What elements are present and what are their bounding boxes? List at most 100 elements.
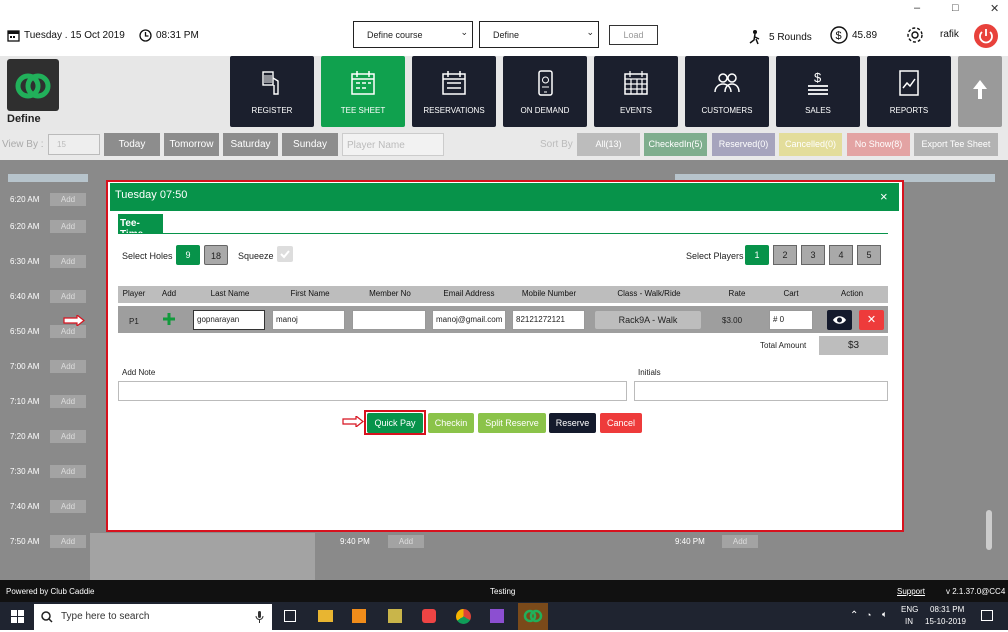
club-caddie-taskbar-icon[interactable] — [518, 603, 548, 630]
nav-label: CUSTOMERS — [701, 106, 753, 115]
column-header: Mobile Number — [521, 289, 577, 298]
initials-label: Initials — [638, 368, 661, 377]
add-slot-button[interactable]: Add — [50, 325, 86, 338]
visual-studio-icon[interactable] — [490, 609, 504, 623]
add-slot-button[interactable]: Add — [50, 430, 86, 443]
checkin-button[interactable]: Checkin — [428, 413, 474, 433]
minimize-button[interactable]: – — [914, 2, 920, 14]
maximize-button[interactable]: □ — [952, 2, 959, 14]
add-player-icon[interactable] — [162, 312, 176, 328]
initials-input[interactable] — [634, 381, 888, 401]
check-icon — [280, 250, 290, 259]
holes-18-button[interactable]: 18 — [204, 245, 228, 265]
task-view-icon[interactable] — [284, 610, 296, 622]
gear-icon[interactable] — [906, 26, 924, 46]
nav-register[interactable]: REGISTER — [230, 56, 314, 127]
sunday-button[interactable]: Sunday — [282, 133, 338, 156]
cart-input[interactable]: # 0 — [769, 310, 813, 330]
first-name-input[interactable]: manoj — [272, 310, 345, 330]
sublime-icon[interactable] — [352, 609, 366, 623]
load-button[interactable]: Load — [609, 25, 658, 45]
class-select[interactable]: Rack9A - Walk — [595, 311, 701, 329]
email-input[interactable]: manoj@gmail.com — [432, 310, 506, 330]
players-5-button[interactable]: 5 — [857, 245, 881, 265]
add-slot-button[interactable]: Add — [50, 465, 86, 478]
add-slot-button[interactable]: Add — [50, 360, 86, 373]
nav-on-demand[interactable]: ON DEMAND — [503, 56, 587, 127]
taskbar-search-input[interactable]: Type here to search — [34, 604, 272, 630]
delete-button[interactable]: ✕ — [859, 310, 884, 330]
split-reserve-button[interactable]: Split Reserve — [478, 413, 546, 433]
nav-reports[interactable]: REPORTS — [867, 56, 951, 127]
nav-sales[interactable]: $ SALES — [776, 56, 860, 127]
players-4-button[interactable]: 4 — [829, 245, 853, 265]
nav-events[interactable]: EVENTS — [594, 56, 678, 127]
network-icon[interactable]: ◔ — [866, 610, 871, 620]
add-slot-button[interactable]: Add — [388, 535, 424, 548]
windows-start-icon[interactable] — [11, 610, 24, 625]
sort-noshow-button[interactable]: No Show(8) — [847, 133, 910, 156]
add-slot-button[interactable]: Add — [50, 500, 86, 513]
today-button[interactable]: Today — [104, 133, 160, 156]
cancel-button[interactable]: Cancel — [600, 413, 642, 433]
volume-icon[interactable]: 🔈︎ — [882, 609, 887, 620]
holes-9-button[interactable]: 9 — [176, 245, 200, 265]
report-icon — [899, 70, 919, 96]
add-note-input[interactable] — [118, 381, 627, 401]
date-input[interactable]: 15 — [48, 134, 100, 155]
tab-tee-time[interactable]: Tee-Time — [118, 214, 163, 240]
define-select[interactable]: Define — [479, 21, 599, 48]
mobile-input[interactable]: 82121272121 — [512, 310, 585, 330]
saturday-button[interactable]: Saturday — [223, 133, 278, 156]
close-window-button[interactable]: ✕ — [990, 2, 999, 15]
file-explorer-icon[interactable] — [318, 610, 333, 622]
sort-cancelled-button[interactable]: Cancelled(0) — [779, 133, 842, 156]
slack-icon[interactable] — [422, 609, 436, 623]
players-2-button[interactable]: 2 — [773, 245, 797, 265]
sort-reserved-button[interactable]: Reserved(0) — [712, 133, 775, 156]
annotation-arrow-icon — [342, 416, 364, 427]
sort-all-button[interactable]: All(13) — [577, 133, 640, 156]
players-1-button[interactable]: 1 — [745, 245, 769, 265]
tomorrow-button[interactable]: Tomorrow — [164, 133, 219, 156]
reserve-button[interactable]: Reserve — [549, 413, 596, 433]
player-name-input[interactable]: Player Name — [342, 133, 444, 156]
add-slot-button[interactable]: Add — [50, 535, 86, 548]
modal-close-button[interactable]: × — [880, 189, 888, 204]
add-slot-button[interactable]: Add — [50, 395, 86, 408]
quick-pay-button[interactable]: Quick Pay — [367, 413, 423, 433]
add-slot-button[interactable]: Add — [50, 255, 86, 268]
last-name-input[interactable]: gopnarayan — [193, 310, 265, 330]
power-icon[interactable] — [974, 24, 998, 48]
add-slot-button[interactable]: Add — [50, 220, 86, 233]
scroll-up-button[interactable] — [958, 56, 1002, 127]
nav-reservations[interactable]: RESERVATIONS — [412, 56, 496, 127]
sort-checkedin-button[interactable]: CheckedIn(5) — [644, 133, 707, 156]
support-link[interactable]: Support — [897, 587, 925, 596]
app-icon[interactable] — [388, 609, 402, 623]
microphone-icon[interactable] — [255, 611, 264, 623]
sheet-column — [90, 533, 315, 580]
nav-tee-sheet[interactable]: TEE SHEET — [321, 56, 405, 127]
notifications-icon[interactable] — [981, 610, 993, 621]
member-no-input[interactable] — [352, 310, 426, 330]
total-amount-value: $3 — [819, 336, 888, 355]
export-tee-sheet-button[interactable]: Export Tee Sheet — [914, 133, 998, 156]
column-header: Member No — [369, 289, 411, 298]
nav-customers[interactable]: CUSTOMERS — [685, 56, 769, 127]
squeeze-checkbox[interactable] — [277, 246, 293, 262]
add-slot-button[interactable]: Add — [50, 193, 86, 206]
chevron-up-icon[interactable]: ⌃ — [850, 610, 858, 621]
scrollbar[interactable] — [986, 510, 992, 550]
add-slot-button[interactable]: Add — [722, 535, 758, 548]
rate-value: $3.00 — [722, 316, 743, 325]
clock-time[interactable]: 08:31 PM — [930, 605, 964, 614]
language-primary[interactable]: ENG — [901, 605, 918, 614]
players-3-button[interactable]: 3 — [801, 245, 825, 265]
time-label: 7:00 AM — [10, 362, 40, 371]
chrome-icon[interactable] — [456, 609, 471, 624]
add-slot-button[interactable]: Add — [50, 290, 86, 303]
view-button[interactable] — [827, 310, 852, 330]
course-select[interactable]: Define course — [353, 21, 473, 48]
balance-text: 45.89 — [852, 29, 878, 41]
